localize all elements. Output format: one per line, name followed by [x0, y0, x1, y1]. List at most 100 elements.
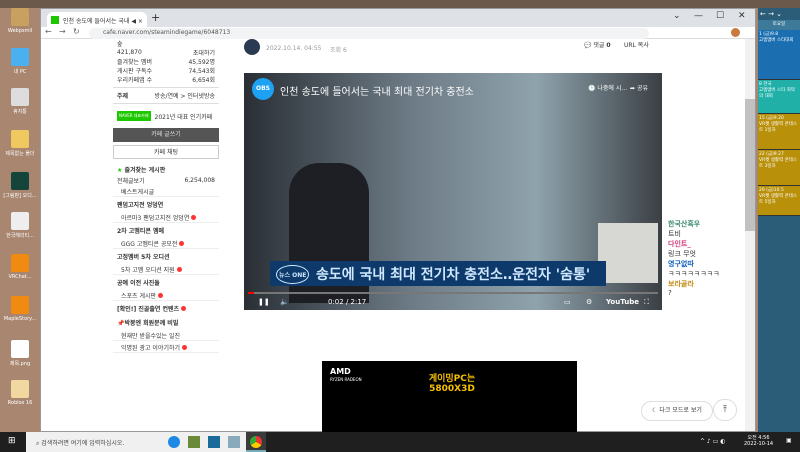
pause-icon[interactable]: ❚❚ [258, 298, 270, 306]
desktop-icon[interactable]: [그림판] 오디... [2, 172, 38, 199]
close-button[interactable]: ✕ [738, 11, 746, 21]
badge-row: NAVER 대표카페 2021년 대표 인기카페 [113, 107, 219, 125]
tab-search-icon[interactable]: ⌄ [673, 11, 681, 21]
address-bar: ← → ↻ cafe.naver.com/steamindiegame/6048… [41, 27, 755, 39]
topic-link[interactable]: 방송/연예 > 인터넷방송 [154, 91, 215, 100]
desktop-icon[interactable]: 제목.png [2, 340, 38, 367]
calendar-nav[interactable]: ← → ⌄ [758, 8, 800, 20]
cell-event: 고멤멤버 스타 최악의 대회 [759, 88, 795, 99]
board-label: 아르마3 팬덤고지전 엉덩연 [121, 215, 190, 222]
url-copy-button[interactable]: URL 복사 [624, 40, 649, 49]
new-badge-icon [182, 345, 188, 350]
new-badge-icon [158, 293, 164, 298]
youtube-logo[interactable]: YouTube [606, 298, 639, 306]
comment-button[interactable]: 💬 댓글 0 [584, 40, 611, 49]
clock[interactable]: 오전 4:56 2022-10-14 [744, 434, 773, 447]
volume-icon[interactable]: 🔈 [280, 298, 289, 306]
board-item[interactable]: 익명된 광고 이야기하기 [113, 341, 219, 353]
taskbar: ⊞ ⌕ 검색하려면 여기에 입력하십시오. ^ ♪ ▭ ◐ 오전 4:56 202… [0, 432, 800, 452]
icon-label: VRChat... [8, 274, 32, 280]
cell-event: VR켓 생활력 콘테스트 1일차 [759, 122, 798, 133]
scrollbar[interactable] [745, 39, 755, 431]
app-icon[interactable] [228, 436, 240, 448]
system-tray-icons[interactable]: ^ ♪ ▭ ◐ [700, 438, 725, 445]
board-item[interactable]: GGG 고멤티콘 공모전 [113, 237, 219, 249]
desktop-top-strip [0, 0, 800, 8]
icon-label: MapleStory... [3, 316, 37, 322]
ad-sub: RYZEN RADEON [330, 377, 362, 382]
new-tab-button[interactable]: + [151, 11, 160, 24]
video-title[interactable]: 인천 송도에 들어서는 국내 최대 전기차 충전소 [280, 83, 474, 98]
calendar-cell[interactable]: 29 (금)10.5 VR켓 생활력 콘테스트 5일차 [758, 186, 800, 216]
notification-icon[interactable]: ▣ [786, 437, 792, 444]
share-button[interactable]: ➦ 공유 [630, 83, 648, 92]
board-section-header: 고정멤버 5차 오디션 [113, 249, 219, 263]
invite-link[interactable]: 초대하기 [193, 48, 215, 57]
url-input[interactable]: cafe.naver.com/steamindiegame/6048713 [89, 28, 649, 39]
calendar-cell[interactable]: 22 (금)9.27 VR켓 생활력 콘테스트 3일차 [758, 150, 800, 186]
settings-icon[interactable]: ⚙ [586, 298, 592, 306]
chrome-taskbar-button[interactable] [246, 432, 266, 452]
favorites-header[interactable]: ★ 즐겨찾는 게시판 [113, 162, 219, 176]
maximize-button[interactable]: ☐ [716, 11, 724, 21]
dark-mode-button[interactable]: ☾ 다크 모드로 보기 [641, 401, 713, 421]
subtitles-icon[interactable]: ▭ [564, 298, 571, 306]
author-avatar[interactable] [244, 39, 260, 55]
board-section-header: 2차 고멤티콘 멤메 [113, 223, 219, 237]
windows-start-icon[interactable]: ⊞ [8, 436, 16, 446]
search-placeholder: 검색하려면 여기에 입력하십시오. [41, 440, 125, 447]
board-item[interactable]: 스포츠 게시판 [113, 289, 219, 301]
video-progress-bar[interactable] [248, 292, 658, 294]
board-item[interactable]: 현재만 받을수있는 일진 [113, 329, 219, 341]
board-best[interactable]: 베스트게시글 [113, 185, 219, 197]
youtube-video-player[interactable]: OBS 인천 송도에 들어서는 국내 최대 전기차 충전소 🕒 나중에 시...… [244, 73, 662, 310]
write-post-button[interactable]: 카페 글쓰기 [113, 128, 219, 142]
chat-user: 다인트_ [668, 240, 691, 248]
chat-comments: 한국산흑우 트비 다인트_ 링크 무엇 영구없따 ㅋㅋㅋㅋㅋㅋㅋㅋ 보라골라? [668, 219, 720, 297]
board-section-header[interactable]: [확인!] 진골출연 컨텐츠 [113, 301, 219, 315]
board-label: 5차 고멤 오디션 지원 [121, 267, 175, 274]
board-item[interactable]: 5차 고멤 오디션 지원 [113, 263, 219, 275]
scrollbar-thumb[interactable] [745, 99, 755, 231]
section-title: 공예 이전 사진들 [117, 280, 160, 287]
board-count: 6,254,008 [184, 177, 215, 184]
reload-icon[interactable]: ↻ [73, 27, 80, 36]
section-title: 고정멤버 5차 오디션 [117, 254, 170, 261]
ad-headline: 게이밍PC는 5800X3D [428, 374, 476, 394]
desktop-icon[interactable]: MapleStory... [2, 296, 38, 322]
post-date: 2022.10.14. 04:55 [266, 45, 322, 52]
back-icon[interactable]: ← [45, 27, 52, 36]
desktop-icon[interactable]: Webpsmil [2, 8, 38, 34]
divider [113, 103, 219, 104]
calendar-cell[interactable]: 15 (금)9.20 VR켓 생활력 콘테스트 1일차 [758, 114, 800, 150]
vegas-icon[interactable] [208, 436, 220, 448]
amd-advertisement[interactable]: AMD RYZEN RADEON 게이밍PC는 5800X3D [322, 361, 577, 433]
watch-later-button[interactable]: 🕒 나중에 시... [588, 83, 627, 92]
forward-icon[interactable]: → [59, 27, 66, 36]
chat-user: 한국산흑우 [668, 220, 701, 228]
icon-label: Webpsmil [7, 28, 33, 34]
fullscreen-icon[interactable]: ⛶ [644, 298, 649, 307]
desktop-icon[interactable]: Roblox 16 [2, 380, 38, 406]
calendar-cell[interactable]: 8 한국 고멤멤버 스타 최악의 대회 [758, 80, 800, 114]
desktop-icon[interactable]: 한국헤리티... [2, 212, 38, 239]
icon-label: Roblox 16 [7, 400, 33, 406]
board-item[interactable]: 아르마3 팬덤고지전 엉덩연 [113, 211, 219, 223]
browser-tab[interactable]: 인천 송도에 들어서는 국내 ◀ × [47, 12, 147, 27]
desktop-icon[interactable]: 휴지통 [2, 88, 38, 115]
desktop-icon[interactable]: VRChat... [2, 254, 38, 280]
minimize-button[interactable]: — [694, 11, 703, 21]
desktop-icon[interactable]: 내 PC [2, 48, 38, 75]
comment-count: 0 [606, 42, 611, 49]
channel-logo[interactable]: OBS [252, 78, 274, 100]
desktop-icon[interactable]: 제목없는 폴더 [2, 130, 38, 157]
edge-icon[interactable] [168, 436, 180, 448]
cafe-chat-button[interactable]: 카페 채팅 [113, 145, 219, 159]
chat-user: 보라골라 [668, 280, 694, 288]
profile-avatar[interactable] [731, 28, 740, 37]
calendar-cell[interactable]: 1 (금)9.8 고멤멤버 스타대회 [758, 30, 800, 80]
scroll-top-icon[interactable]: ⤒ [713, 399, 737, 421]
minecraft-icon[interactable] [188, 436, 200, 448]
board-all-posts[interactable]: 전체글보기 6,254,008 [113, 176, 219, 185]
topic-row: 주제 방송/연예 > 인터넷방송 [113, 91, 219, 100]
